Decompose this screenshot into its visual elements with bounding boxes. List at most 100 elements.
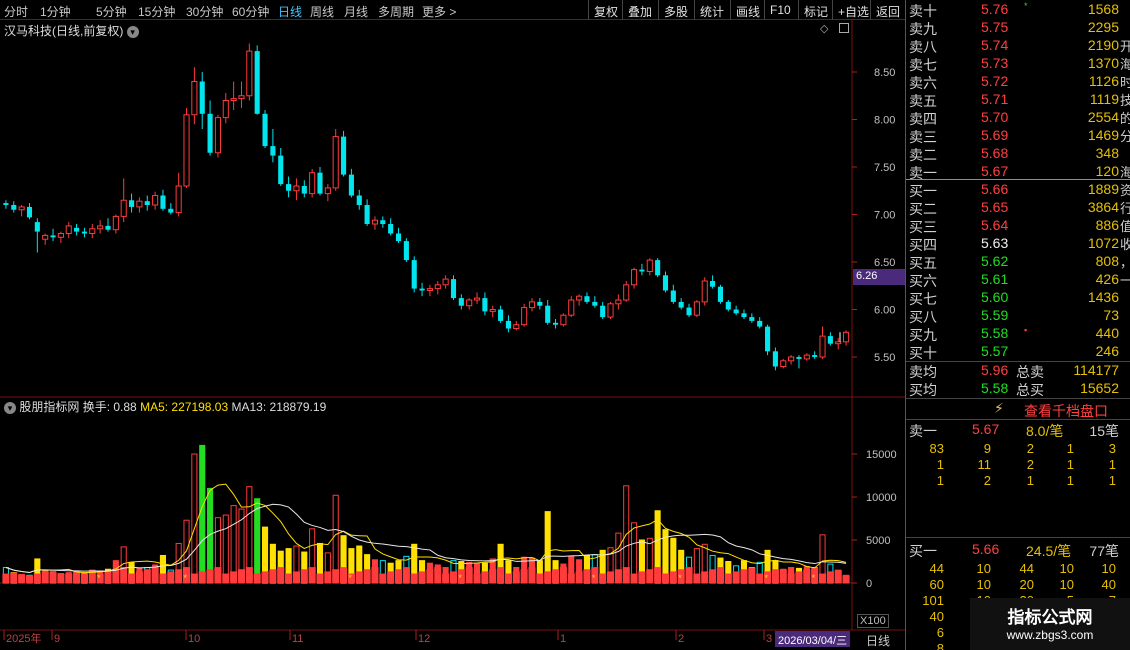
side-text-char: 资: [1120, 183, 1130, 198]
stats-button[interactable]: 统计: [694, 0, 729, 20]
period-15min[interactable]: 15分钟: [138, 3, 175, 20]
level-label: 卖七: [909, 57, 937, 73]
volume-base: [167, 571, 175, 583]
depth-button[interactable]: ⚡ 查看千档盘口: [906, 398, 1130, 420]
period-multi[interactable]: 多周期: [378, 3, 414, 20]
bid-row[interactable]: 买五 5.62 808: [906, 253, 1130, 271]
diamond-icon[interactable]: ◇: [820, 22, 828, 35]
kline-chart[interactable]: * * * * * * * * 8.508.007.507.006.506.005.50150…: [0, 20, 905, 650]
period-60min[interactable]: 60分钟: [232, 3, 269, 20]
volume-base: [544, 571, 552, 583]
sell1-queue-cell: 3: [1108, 441, 1116, 456]
sell1-queue-cell: 1: [1066, 473, 1074, 488]
volume-base: [748, 567, 756, 583]
star-marker: *: [812, 573, 816, 583]
bid-row[interactable]: 买二 5.65 3864: [906, 199, 1130, 217]
mark-button[interactable]: 标记: [798, 0, 833, 20]
period-5min[interactable]: 5分钟: [96, 3, 127, 20]
ask-row[interactable]: 卖六 5.72 1126: [906, 73, 1130, 91]
price-tick-label: 7.50: [874, 162, 895, 174]
buy1-queue-cell: 44: [1019, 561, 1034, 576]
multi-stock-button[interactable]: 多股: [658, 0, 693, 20]
volume-base: [2, 573, 10, 583]
candle-body: [655, 260, 661, 276]
fuquan-button[interactable]: 复权: [588, 0, 623, 20]
bid-row[interactable]: 买一 5.66 1889: [906, 181, 1130, 199]
period-daily[interactable]: 日线: [278, 3, 302, 20]
candle-body: [230, 98, 237, 101]
volume-base: [261, 571, 269, 583]
ask-row[interactable]: 卖二 5.68 348: [906, 145, 1130, 163]
bid-row[interactable]: 买十 5.57 246: [906, 343, 1130, 361]
level-price: 5.68: [981, 145, 1009, 161]
buy1-queue-cell: 10: [976, 561, 991, 576]
bid-row[interactable]: 买九 5.58 ▪ 440: [906, 325, 1130, 343]
level-label: 卖八: [909, 39, 937, 55]
level-price: 5.71: [981, 91, 1009, 107]
back-button[interactable]: 返回: [870, 0, 905, 20]
volume-base: [622, 567, 630, 583]
bid-row[interactable]: 买七 5.60 1436: [906, 289, 1130, 307]
queue-price: 5.66: [972, 541, 1000, 557]
ask-row[interactable]: 卖十 5.76 * 1568: [906, 1, 1130, 19]
volume-base: [285, 573, 293, 583]
indicator-name[interactable]: 股朋指标网: [19, 400, 79, 414]
watermark: 指标公式网 www.zbgs3.com: [970, 598, 1130, 650]
period-weekly[interactable]: 周线: [310, 3, 334, 20]
ask-row[interactable]: 卖五 5.71 1119: [906, 91, 1130, 109]
buy1-queue-cell: 40: [929, 609, 944, 624]
ask-row[interactable]: 卖八 5.74 2190: [906, 37, 1130, 55]
ask-row[interactable]: 卖七 5.73 1370: [906, 55, 1130, 73]
candle-body: [42, 234, 49, 240]
period-more[interactable]: 更多 >: [422, 3, 456, 20]
buy1-queue-cell: 44: [929, 561, 944, 576]
level-label: 卖六: [909, 75, 937, 91]
candle-body: [341, 136, 347, 175]
volume-base: [159, 573, 167, 583]
volume-base: [426, 569, 434, 583]
level-label: 买七: [909, 291, 937, 307]
level-price: 5.69: [981, 127, 1009, 143]
period-1min[interactable]: 1分钟: [40, 3, 71, 20]
level-price: 5.62: [981, 253, 1009, 269]
candle-body: [528, 301, 536, 309]
add-favorite-button[interactable]: +自选: [832, 0, 874, 20]
stock-title: 汉马科技(日线,前复权) ▾: [4, 22, 139, 39]
chevron-down-icon[interactable]: ▾: [126, 25, 139, 38]
bid-row[interactable]: 买六 5.61 426: [906, 271, 1130, 289]
candle-body: [324, 187, 331, 195]
candle-body: [482, 298, 488, 312]
ask-row[interactable]: 卖三 5.69 1469: [906, 127, 1130, 145]
volume-base: [654, 567, 662, 583]
time-label: 10: [188, 633, 200, 645]
bid-row[interactable]: 买八 5.59 73: [906, 307, 1130, 325]
price-tag: 6.26: [853, 269, 905, 285]
ask-row[interactable]: 卖九 5.75 2295: [906, 19, 1130, 37]
ask-row[interactable]: 卖四 5.70 2554: [906, 109, 1130, 127]
level-price: 5.63: [981, 235, 1009, 251]
level-price: 5.64: [981, 217, 1009, 233]
side-text-char: 值: [1120, 219, 1130, 234]
draw-line-button[interactable]: 画线: [730, 0, 765, 20]
chevron-down-icon[interactable]: ▾: [4, 401, 16, 414]
overlay-button[interactable]: 叠加: [622, 0, 657, 20]
candle-body: [26, 206, 33, 218]
level-volume: 440: [1095, 325, 1119, 341]
f10-button[interactable]: F10: [764, 0, 796, 20]
buy1-queue-cell: 20: [1019, 577, 1034, 592]
star-marker: *: [765, 573, 769, 583]
candle-body: [371, 219, 379, 225]
volume-base: [135, 571, 143, 583]
window-icon[interactable]: [839, 23, 849, 33]
bid-row[interactable]: 买三 5.64 886: [906, 217, 1130, 235]
bid-row[interactable]: 买四 5.63 1072: [906, 235, 1130, 253]
level-label: 卖九: [909, 21, 937, 37]
volume-base: [842, 575, 850, 583]
level-volume: 1072: [1087, 235, 1119, 251]
level-label: 卖五: [909, 93, 937, 109]
period-30min[interactable]: 30分钟: [186, 3, 223, 20]
candle-body: [183, 114, 190, 187]
period-fenshi[interactable]: 分时: [4, 3, 28, 20]
period-monthly[interactable]: 月线: [344, 3, 368, 20]
volume-base: [33, 573, 41, 583]
